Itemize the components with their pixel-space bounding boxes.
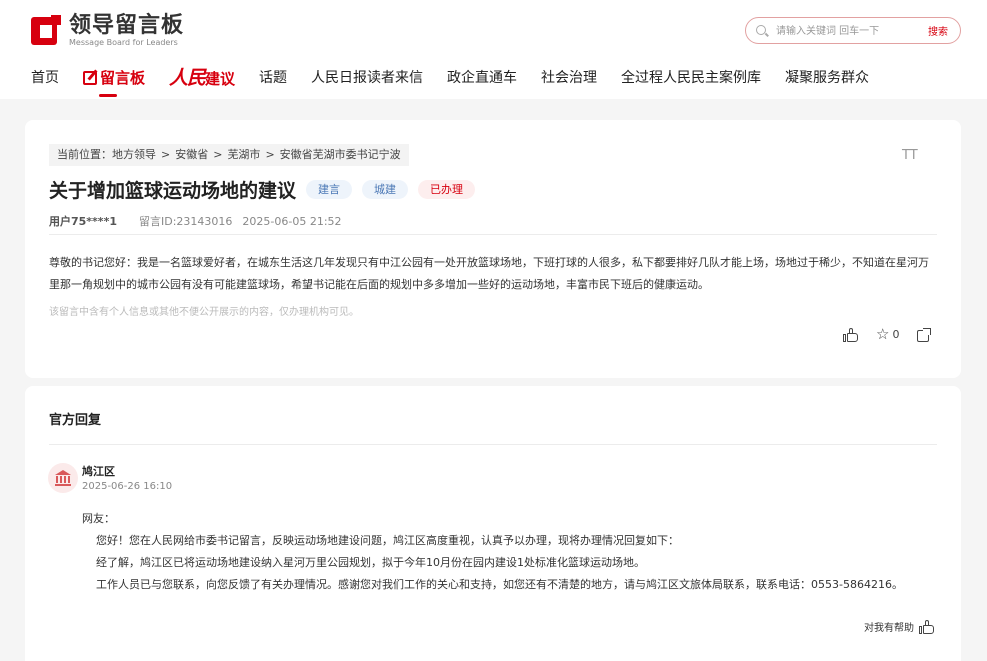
reply-paragraph: 您好！您在人民网给市委书记留言，反映运动场地建设问题，鸠江区高度重视，认真予以办…	[96, 534, 679, 547]
tag-field: 城建	[362, 180, 409, 199]
reply-heading: 官方回复	[49, 413, 102, 428]
nav-readers-letters[interactable]: 人民日报读者来信	[311, 66, 423, 90]
helpful-label: 对我有帮助	[864, 623, 914, 634]
breadcrumb-separator: >	[161, 148, 171, 161]
thumbs-up-icon	[843, 327, 858, 342]
message-card: 当前位置：地方领导 > 安徽省 > 芜湖市 > 安徽省芜湖市委书记宁波 TT 关于增加篮球运…	[25, 120, 961, 378]
breadcrumb-item[interactable]: 安徽省	[175, 148, 208, 161]
message-meta: 用户75****1 留言ID:23143016 2025-06-05 21:52	[49, 213, 342, 229]
nav-message-board-label: 留言板	[100, 69, 146, 87]
nav-people-suggestions-script: 人民	[169, 66, 206, 89]
font-size-toggle[interactable]: TT	[902, 148, 918, 163]
divider	[49, 444, 937, 445]
message-user: 用户75****1	[49, 215, 117, 228]
message-id: 留言ID:23143016	[138, 215, 233, 228]
breadcrumb-separator: >	[265, 148, 275, 161]
message-actions: ☆ 0	[843, 327, 932, 342]
share-icon	[917, 327, 932, 342]
nav-serve-masses[interactable]: 凝聚服务群众	[785, 66, 869, 90]
reply-org-name: 鸠江区	[82, 465, 115, 478]
share-button[interactable]	[917, 327, 932, 342]
thumbs-up-icon	[919, 619, 934, 634]
breadcrumb-label: 当前位置：	[57, 148, 112, 161]
official-reply-card: 官方回复 鸠江区 2025-06-26 16:10 网友： 您好！您在人民网给市…	[25, 386, 961, 661]
nav-democracy-cases[interactable]: 全过程人民民主案例库	[621, 66, 761, 90]
government-building-icon	[48, 463, 78, 493]
logo-title: 领导留言板	[69, 13, 185, 38]
tag-category: 建言	[306, 180, 353, 199]
message-body: 尊敬的书记您好：我是一名篮球爱好者，在城东生活这几年发现只有中江公园有一处开放篮…	[49, 256, 929, 291]
logo-icon	[31, 15, 63, 47]
breadcrumb: 当前位置：地方领导 > 安徽省 > 芜湖市 > 安徽省芜湖市委书记宁波	[49, 144, 409, 166]
logo-subtitle: Message Board for Leaders	[69, 38, 178, 47]
nav-people-suggestions-label: 建议	[205, 69, 236, 88]
reply-time: 2025-06-26 16:10	[82, 481, 173, 492]
search-icon	[756, 25, 766, 35]
breadcrumb-separator: >	[213, 148, 223, 161]
favorite-count: 0	[892, 328, 900, 341]
privacy-note: 该留言中含有个人信息或其他不便公开展示的内容，仅办理机构可见。	[49, 307, 359, 318]
reply-body: 网友： 您好！您在人民网给市委书记留言，反映运动场地建设问题，鸠江区高度重视，认…	[82, 508, 952, 596]
like-button[interactable]	[843, 327, 858, 342]
divider	[49, 234, 937, 235]
breadcrumb-item[interactable]: 地方领导	[112, 148, 156, 161]
breadcrumb-item[interactable]: 安徽省芜湖市委书记宁波	[280, 148, 401, 161]
breadcrumb-item[interactable]: 芜湖市	[227, 148, 260, 161]
site-logo[interactable]: 领导留言板 Message Board for Leaders	[31, 14, 184, 48]
reply-paragraph: 经了解，鸠江区已将运动场地建设纳入星河万里公园规划，拟于今年10月份在园内建设1…	[96, 556, 645, 569]
nav-message-board[interactable]: 留言板	[83, 66, 146, 97]
reply-greeting: 网友：	[82, 512, 115, 525]
nav-business-direct[interactable]: 政企直通车	[447, 66, 517, 90]
search-button[interactable]: 搜索	[928, 23, 948, 38]
helpful-button[interactable]: 对我有帮助	[864, 619, 934, 634]
status-badge: 已办理	[418, 180, 476, 199]
favorite-button[interactable]: ☆ 0	[876, 327, 899, 342]
search-box: 搜索	[745, 17, 961, 44]
site-header: 领导留言板 Message Board for Leaders 搜索 首页 留言…	[0, 0, 987, 99]
nav-topics[interactable]: 话题	[259, 66, 287, 90]
nav-people-suggestions[interactable]: 人民建议	[169, 66, 235, 91]
edit-icon	[83, 71, 97, 85]
message-title: 关于增加篮球运动场地的建议	[49, 180, 297, 202]
main-nav: 首页 留言板 人民建议 话题 人民日报读者来信 政企直通车 社会治理 全过程人民…	[31, 66, 893, 97]
nav-social-governance[interactable]: 社会治理	[541, 66, 597, 90]
nav-home[interactable]: 首页	[31, 66, 59, 90]
reply-paragraph: 工作人员已与您联系，向您反馈了有关办理情况。感谢您对我们工作的关心和支持，如您还…	[96, 578, 903, 591]
message-time: 2025-06-05 21:52	[242, 215, 342, 228]
star-icon: ☆	[876, 325, 890, 343]
search-input[interactable]	[776, 22, 916, 40]
